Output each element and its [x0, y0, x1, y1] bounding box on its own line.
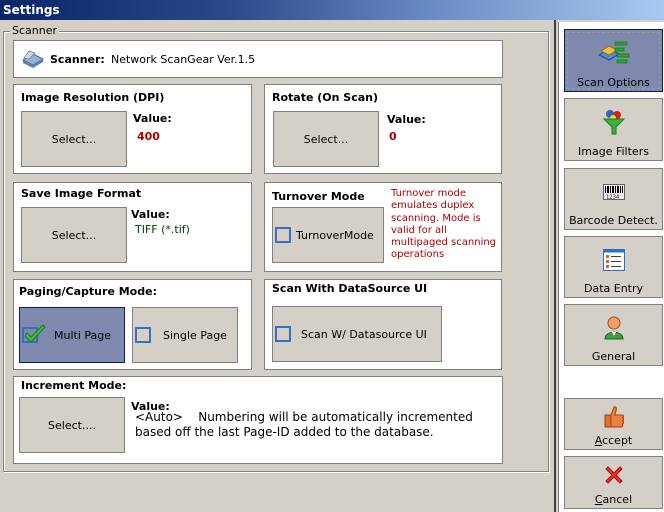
red-x-icon: [603, 457, 625, 493]
scanner-group-legend: Scanner: [10, 24, 60, 37]
format-title: Save Image Format: [21, 187, 142, 200]
datasource-checkbox-label: Scan W/ Datasource UI: [301, 327, 427, 341]
datasource-checkbox-button[interactable]: Scan W/ Datasource UI: [272, 306, 442, 362]
single-page-label: Single Page: [163, 328, 227, 342]
window-title: Settings: [3, 3, 60, 17]
sidebar-item-barcode-detect[interactable]: 1234 Barcode Detect.: [564, 168, 663, 230]
turnover-panel: Turnover Mode TurnoverMode Turnover mode…: [264, 182, 502, 272]
sidebar-item-scan-options[interactable]: Scan Options: [564, 29, 663, 92]
sidebar-label-scan-options: Scan Options: [577, 76, 650, 89]
format-select-button[interactable]: Select...: [21, 207, 127, 263]
single-page-option[interactable]: Single Page: [132, 307, 238, 363]
single-page-checkbox[interactable]: [135, 327, 151, 343]
thumbs-up-icon: [603, 399, 625, 434]
datasource-checkbox[interactable]: [275, 326, 291, 342]
user-icon: [603, 305, 624, 350]
sidebar-label-barcode-detect: Barcode Detect.: [569, 214, 658, 227]
increment-title: Increment Mode:: [21, 379, 127, 392]
rotate-value: 0: [389, 130, 397, 143]
scanner-icon: [21, 50, 45, 71]
rotate-title: Rotate (On Scan): [272, 91, 379, 104]
increment-select-button[interactable]: Select....: [19, 397, 125, 453]
sidebar-panel: Scan Options Image Filters 1234 Barcode …: [558, 22, 664, 512]
resolution-value: 400: [137, 130, 160, 143]
turnover-checkbox-button[interactable]: TurnoverMode: [272, 207, 384, 263]
image-filter-icon: [602, 99, 626, 145]
format-value-label: Value:: [131, 208, 170, 221]
format-panel: Save Image Format Select... Value: TIFF …: [13, 182, 252, 272]
turnover-checkbox[interactable]: [275, 227, 291, 243]
accept-button[interactable]: Accept: [564, 398, 663, 450]
paging-panel: Paging/Capture Mode: Multi Page Single P…: [13, 279, 252, 370]
sidebar-item-data-entry[interactable]: Data Entry: [564, 236, 663, 298]
datasource-panel: Scan With DataSource UI Scan W/ Datasour…: [264, 279, 502, 370]
scanner-label: Scanner:: [50, 53, 105, 66]
sidebar-label-general: General: [591, 350, 636, 363]
turnover-title: Turnover Mode: [272, 190, 365, 203]
turnover-note: Turnover mode emulates duplex scanning. …: [391, 188, 497, 261]
checkmark-icon: [24, 324, 46, 343]
sidebar-label-data-entry: Data Entry: [583, 282, 644, 295]
datasource-title: Scan With DataSource UI: [272, 282, 428, 295]
window-titlebar: Settings: [0, 0, 664, 20]
increment-value-line2: based off the last Page-ID added to the …: [135, 425, 434, 439]
rotate-panel: Rotate (On Scan) Select... Value: 0: [264, 84, 502, 174]
format-value: TIFF (*.tif): [135, 223, 190, 236]
data-entry-icon: [602, 237, 625, 282]
sidebar-item-general[interactable]: General: [564, 304, 663, 366]
scanner-info-panel: Scanner: Network ScanGear Ver.1.5: [13, 40, 503, 78]
barcode-icon: 1234: [602, 169, 625, 214]
resolution-select-button[interactable]: Select...: [21, 111, 127, 167]
turnover-checkbox-label: TurnoverMode: [296, 228, 374, 242]
multi-page-checkbox[interactable]: [22, 324, 46, 343]
rotate-value-label: Value:: [387, 113, 426, 126]
sidebar: Scan Options Image Filters 1234 Barcode …: [554, 20, 664, 512]
scan-options-icon: [597, 30, 631, 76]
cancel-label: Cancel: [594, 493, 633, 506]
cancel-button[interactable]: Cancel: [564, 456, 663, 509]
sidebar-item-image-filters[interactable]: Image Filters: [564, 98, 663, 161]
multi-page-option[interactable]: Multi Page: [19, 307, 125, 363]
increment-panel: Increment Mode: Select.... Value: <Auto>…: [13, 376, 503, 464]
accept-label: Accept: [594, 434, 633, 447]
rotate-select-button[interactable]: Select...: [273, 111, 379, 167]
resolution-panel: Image Resolution (DPI) Select... Value: …: [13, 84, 252, 174]
resolution-value-label: Value:: [133, 112, 172, 125]
increment-value-line1: <Auto> Numbering will be automatically i…: [135, 410, 473, 424]
paging-title: Paging/Capture Mode:: [19, 285, 157, 298]
sidebar-label-image-filters: Image Filters: [578, 145, 649, 158]
scanner-name: Network ScanGear Ver.1.5: [111, 53, 256, 66]
svg-text:1234: 1234: [606, 194, 620, 200]
multi-page-label: Multi Page: [54, 328, 112, 342]
resolution-title: Image Resolution (DPI): [21, 91, 165, 104]
